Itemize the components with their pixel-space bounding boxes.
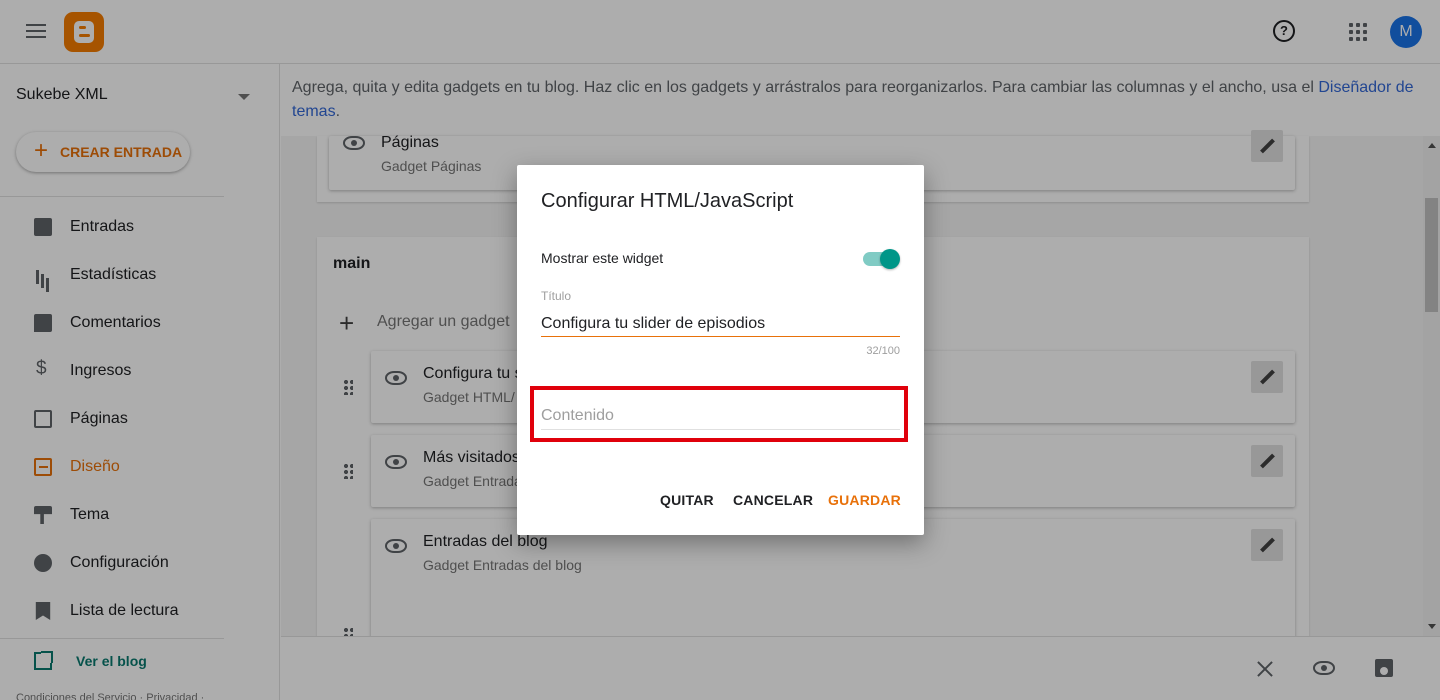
content-field[interactable] xyxy=(541,403,900,430)
cancel-button[interactable]: CANCELAR xyxy=(733,486,813,514)
configure-html-dialog: Configurar HTML/JavaScript Mostrar este … xyxy=(517,165,924,535)
show-widget-label: Mostrar este widget xyxy=(541,250,664,266)
dialog-title: Configurar HTML/JavaScript xyxy=(541,190,794,212)
dialog-actions: QUITAR CANCELAR GUARDAR xyxy=(517,486,924,514)
remove-button[interactable]: QUITAR xyxy=(660,486,714,514)
save-button[interactable]: GUARDAR xyxy=(828,486,901,514)
title-field-label: Título xyxy=(541,289,572,303)
show-widget-toggle[interactable] xyxy=(863,249,900,269)
title-char-counter: 32/100 xyxy=(866,345,900,357)
title-field[interactable] xyxy=(541,311,900,337)
toggle-knob xyxy=(880,249,900,269)
